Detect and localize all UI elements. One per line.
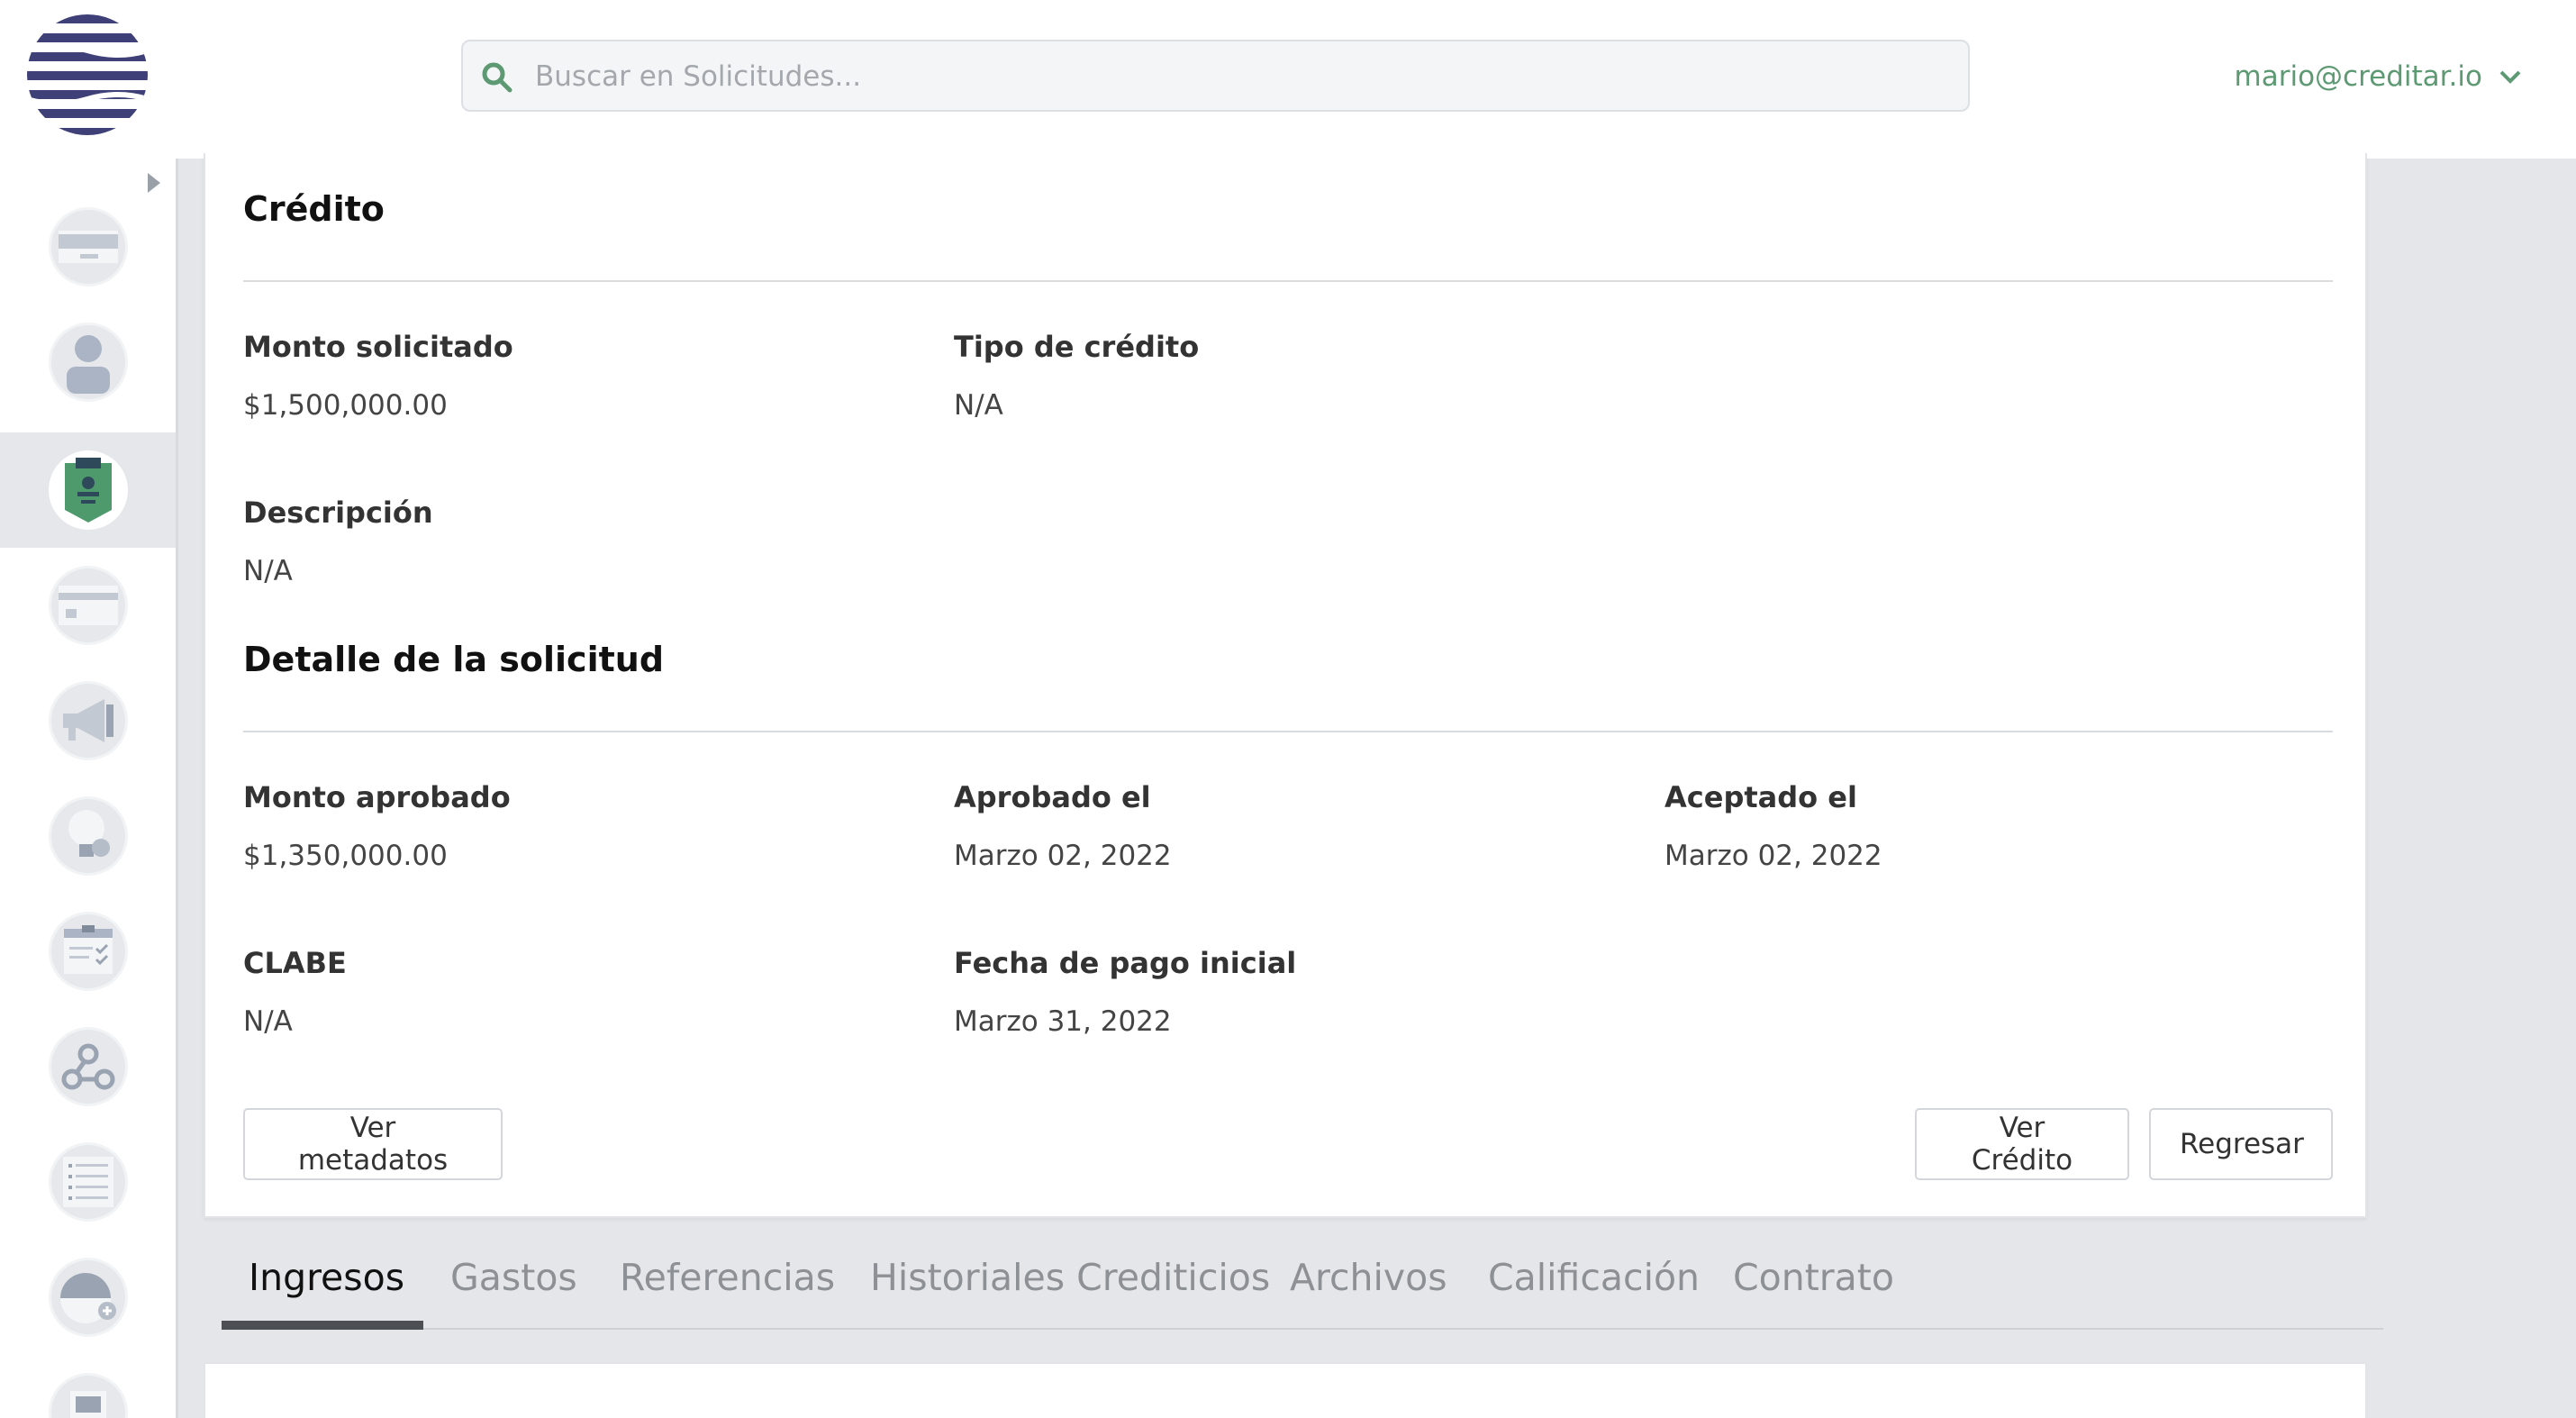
regresar-button[interactable]: Regresar xyxy=(2149,1108,2333,1180)
sidebar-item-tareas[interactable] xyxy=(0,894,176,1009)
credit-card-icon xyxy=(49,566,128,645)
sidebar-item-campanas[interactable] xyxy=(0,663,176,778)
tipo-credito-label: Tipo de crédito xyxy=(954,330,1200,364)
sidebar-item-creditos[interactable] xyxy=(0,548,176,663)
monto-aprobado-value: $1,350,000.00 xyxy=(243,840,448,872)
credito-divider xyxy=(243,280,2333,282)
gauge-plus-icon xyxy=(49,1258,128,1337)
sidebar-item-clientes[interactable] xyxy=(0,305,176,420)
sidebar-item-solicitudes[interactable] xyxy=(0,189,176,305)
ver-metadatos-button[interactable]: Ver metadatos xyxy=(243,1108,503,1180)
tab-contrato[interactable]: Contrato xyxy=(1733,1256,1894,1299)
descripcion-value: N/A xyxy=(243,555,293,587)
monto-solicitado-label: Monto solicitado xyxy=(243,330,513,364)
sidebar-item-indicadores[interactable] xyxy=(0,1240,176,1355)
user-icon xyxy=(49,323,128,402)
credito-section-title: Crédito xyxy=(243,189,385,229)
chevron-down-icon xyxy=(2499,70,2521,84)
sidebar-item-webhooks[interactable] xyxy=(0,1009,176,1124)
solicitud-card: Crédito Monto solicitado $1,500,000.00 T… xyxy=(204,153,2367,1218)
sidebar-item-listas[interactable] xyxy=(0,1124,176,1240)
clabe-label: CLABE xyxy=(243,946,347,980)
tab-content-card xyxy=(204,1362,2367,1418)
monto-solicitado-value: $1,500,000.00 xyxy=(243,389,448,422)
document-icon xyxy=(49,1373,128,1418)
user-menu[interactable]: mario@creditar.io xyxy=(2235,54,2522,99)
sidebar-item-documentos[interactable] xyxy=(0,1355,176,1418)
search-icon xyxy=(482,62,512,93)
tab-referencias[interactable]: Referencias xyxy=(620,1256,835,1299)
megaphone-icon xyxy=(49,681,128,760)
search-bar[interactable] xyxy=(461,40,1970,112)
detalle-divider xyxy=(243,731,2333,732)
creditar-logo[interactable] xyxy=(27,14,148,135)
monto-aprobado-label: Monto aprobado xyxy=(243,780,511,814)
logo-waves xyxy=(27,43,148,106)
clabe-value: N/A xyxy=(243,1005,293,1038)
sidebar-item-clipboard-active[interactable] xyxy=(0,432,176,548)
detalle-section-title: Detalle de la solicitud xyxy=(243,640,665,679)
clipboard-user-icon xyxy=(49,450,128,530)
tab-gastos[interactable]: Gastos xyxy=(450,1256,577,1299)
tab-calificacion[interactable]: Calificación xyxy=(1488,1256,1700,1299)
tipo-credito-value: N/A xyxy=(954,389,1003,422)
aceptado-el-label: Aceptado el xyxy=(1664,780,1857,814)
detail-tabs: Ingresos Gastos Referencias Historiales … xyxy=(222,1234,2383,1330)
search-input[interactable] xyxy=(535,52,1940,101)
top-bar: mario@creditar.io xyxy=(0,0,2576,159)
tab-historiales-crediticios[interactable]: Historiales Crediticios xyxy=(870,1256,1270,1299)
list-icon xyxy=(49,1142,128,1222)
aprobado-el-value: Marzo 02, 2022 xyxy=(954,840,1172,872)
descripcion-label: Descripción xyxy=(243,495,433,530)
fecha-pago-value: Marzo 31, 2022 xyxy=(954,1005,1172,1038)
sidebar xyxy=(0,159,178,1418)
webhook-icon xyxy=(49,1027,128,1106)
aprobado-el-label: Aprobado el xyxy=(954,780,1151,814)
lightbulb-coin-icon xyxy=(49,796,128,876)
ver-credito-button[interactable]: Ver Crédito xyxy=(1915,1108,2129,1180)
aceptado-el-value: Marzo 02, 2022 xyxy=(1664,840,1882,872)
user-email: mario@creditar.io xyxy=(2234,60,2482,93)
tab-archivos[interactable]: Archivos xyxy=(1290,1256,1447,1299)
active-tab-indicator xyxy=(222,1321,423,1330)
card-icon xyxy=(49,207,128,286)
tab-ingresos[interactable]: Ingresos xyxy=(249,1256,404,1299)
fecha-pago-label: Fecha de pago inicial xyxy=(954,946,1297,980)
checklist-icon xyxy=(49,912,128,991)
sidebar-item-ideas[interactable] xyxy=(0,778,176,894)
